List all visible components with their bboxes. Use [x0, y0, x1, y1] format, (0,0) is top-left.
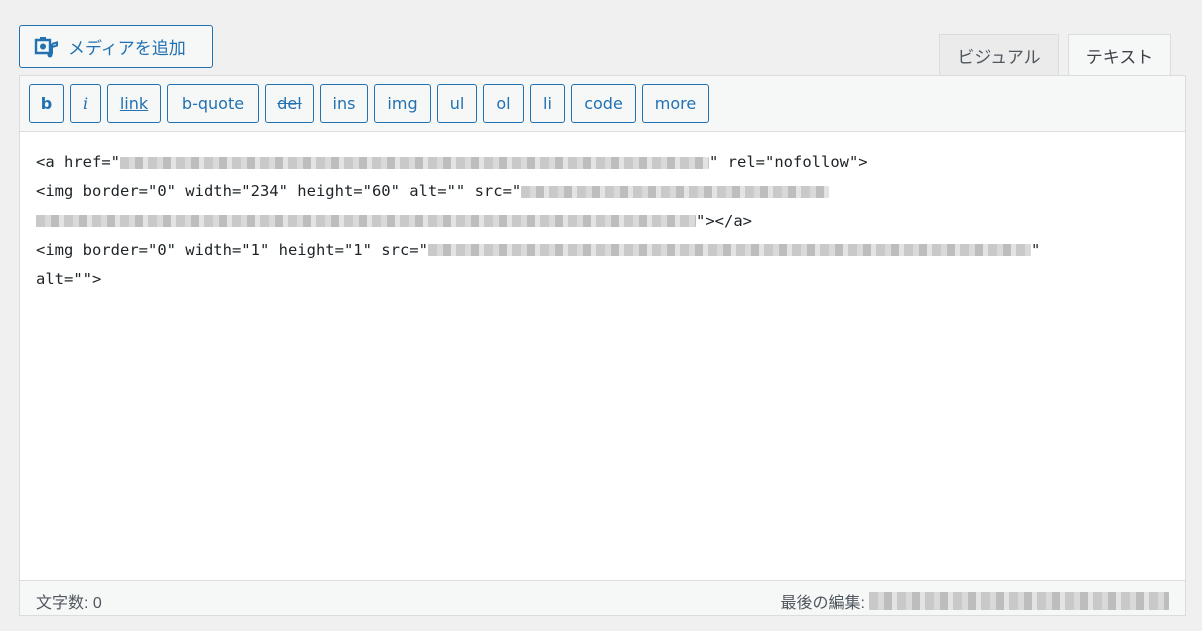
quicktag-bquote-button[interactable]: b-quote: [167, 84, 259, 123]
quicktag-italic-button[interactable]: i: [70, 84, 101, 123]
code-text: " rel="nofollow">: [709, 153, 868, 171]
quicktag-ol-button[interactable]: ol: [483, 84, 524, 123]
editor-status-bar: 文字数: 0 最後の編集:: [20, 580, 1185, 615]
quicktag-more-button[interactable]: more: [642, 84, 709, 123]
quicktags-toolbar: b i link b-quote del ins img ul ol li co…: [20, 76, 1185, 132]
editor-container: b i link b-quote del ins img ul ol li co…: [19, 75, 1186, 616]
code-text: <img border="0" width="234" height="60" …: [36, 182, 522, 201]
redacted-url: [427, 244, 1031, 257]
last-edit-info: 最後の編集:: [781, 589, 1169, 613]
word-count: 文字数: 0: [36, 595, 102, 612]
code-line: <img border="0" width="1" height="1" src…: [36, 236, 1166, 265]
last-edit-label: 最後の編集:: [780, 595, 865, 612]
quicktag-link-button[interactable]: link: [107, 84, 161, 123]
code-text: alt="">: [36, 270, 102, 289]
quicktag-del-button[interactable]: del: [265, 84, 314, 123]
redacted-last-edit: [869, 592, 1169, 610]
text-editor-area[interactable]: <a href=" " rel="nofollow"> <img border="…: [36, 148, 1166, 294]
quicktag-img-button[interactable]: img: [374, 84, 431, 123]
code-text: "></a>: [696, 211, 752, 230]
tab-text[interactable]: テキスト: [1068, 34, 1171, 76]
tab-visual[interactable]: ビジュアル: [939, 34, 1059, 75]
code-text: <img border="0" width="1" height="1" src…: [36, 240, 428, 259]
redacted-url: [120, 156, 709, 169]
code-line: alt="">: [36, 265, 1166, 294]
add-media-button[interactable]: メディアを追加: [19, 25, 213, 68]
code-line: <a href=" " rel="nofollow">: [36, 148, 1166, 177]
redacted-url: [521, 185, 830, 198]
redacted-url: [36, 215, 696, 228]
code-text: <a href=": [36, 153, 120, 171]
quicktag-code-button[interactable]: code: [571, 84, 636, 123]
code-line: <img border="0" width="234" height="60" …: [36, 177, 1166, 206]
media-add-icon: [34, 36, 58, 57]
quicktag-bold-button[interactable]: b: [29, 84, 64, 123]
add-media-label: メディアを追加: [68, 39, 186, 59]
quicktag-li-button[interactable]: li: [530, 84, 565, 123]
code-line: "></a>: [36, 207, 1166, 236]
quicktag-ins-button[interactable]: ins: [320, 84, 368, 123]
quicktag-ul-button[interactable]: ul: [437, 84, 477, 123]
code-text: ": [1030, 240, 1041, 259]
